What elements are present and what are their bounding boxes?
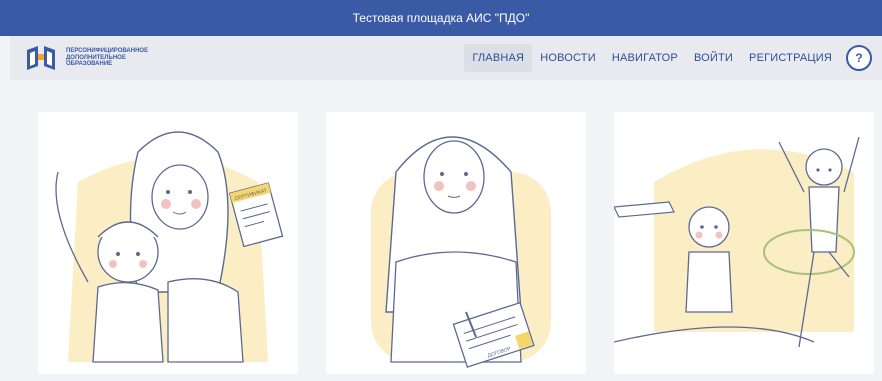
illustration-card-parent-child[interactable]: СЕРТИФИКАТ — [38, 112, 298, 374]
parent-document-illustration: ДОГОВОР — [371, 136, 551, 368]
banner-title: Тестовая площадка АИС "ПДО" — [352, 11, 530, 25]
menu-news[interactable]: НОВОСТИ — [532, 44, 604, 72]
logo-icon — [27, 46, 55, 70]
menu-login[interactable]: ВОЙТИ — [686, 44, 741, 72]
top-banner: Тестовая площадка АИС "ПДО" — [0, 0, 882, 36]
parent-child-illustration: СЕРТИФИКАТ — [55, 131, 284, 363]
menu-register[interactable]: РЕГИСТРАЦИЯ — [741, 44, 840, 72]
logo[interactable]: ПЕРСОНИФИЦИРОВАННОЕ ДОПОЛНИТЕЛЬНОЕ ОБРАЗ… — [24, 44, 186, 72]
menu-home[interactable]: ГЛАВНАЯ — [464, 44, 533, 72]
logo-text: ПЕРСОНИФИЦИРОВАННОЕ ДОПОЛНИТЕЛЬНОЕ ОБРАЗ… — [66, 48, 186, 68]
navbar: ПЕРСОНИФИЦИРОВАННОЕ ДОПОЛНИТЕЛЬНОЕ ОБРАЗ… — [10, 36, 882, 80]
children-activities-illustration — [614, 136, 860, 348]
help-button[interactable]: ? — [846, 45, 872, 71]
logo-line-3: ОБРАЗОВАНИЕ — [66, 61, 113, 68]
menu-navigator[interactable]: НАВИГАТОР — [604, 44, 686, 72]
illustration-card-children-activities[interactable] — [614, 112, 874, 374]
main-menu: ГЛАВНАЯ НОВОСТИ НАВИГАТОР ВОЙТИ РЕГИСТРА… — [464, 36, 872, 80]
illustration-card-parent-document[interactable]: ДОГОВОР — [326, 112, 586, 374]
